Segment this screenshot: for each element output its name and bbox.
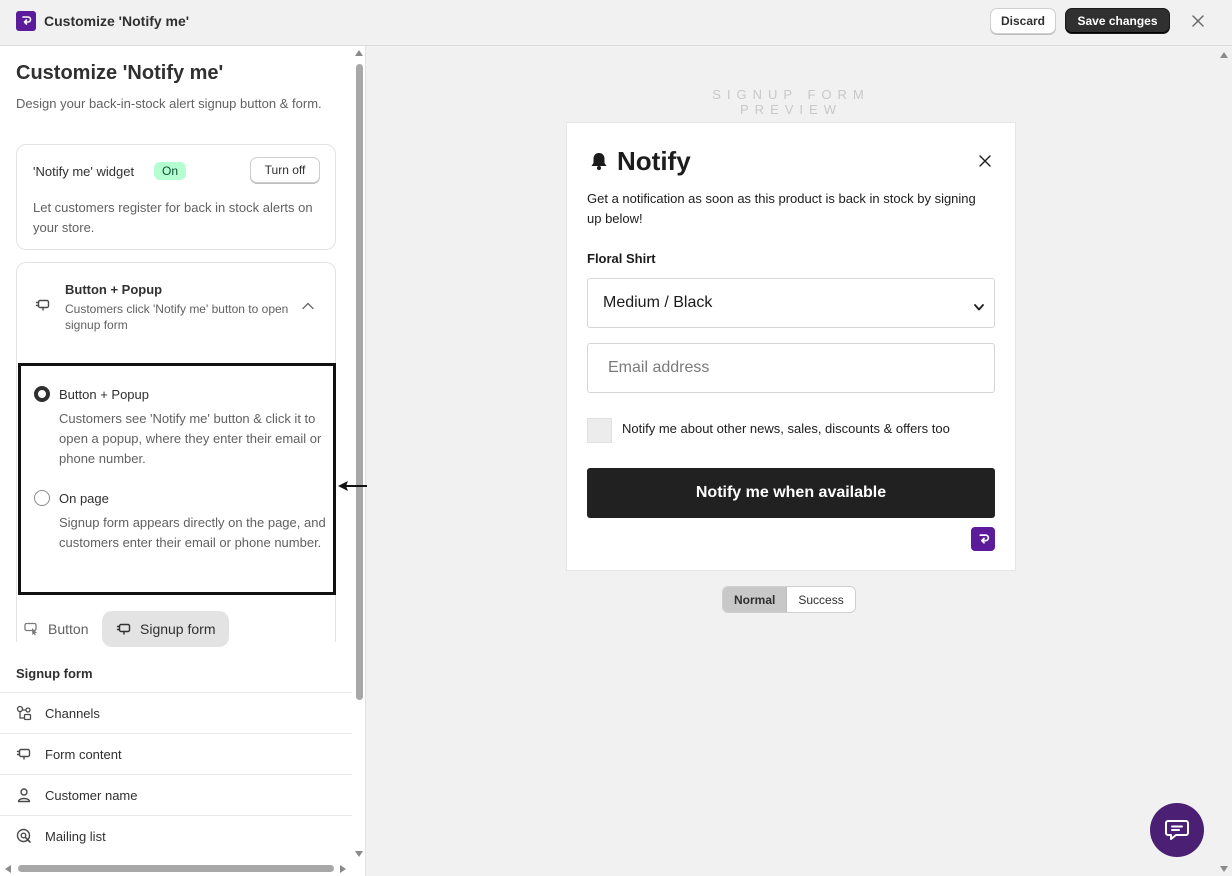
menu-item-mailing-list[interactable]: Mailing list bbox=[0, 815, 352, 856]
option-title-on-page[interactable]: On page bbox=[59, 491, 109, 506]
form-content-icon bbox=[16, 747, 34, 761]
close-icon[interactable] bbox=[1188, 11, 1208, 31]
page-subtitle: Design your back-in-stock alert signup b… bbox=[16, 96, 322, 111]
menu-item-form-content[interactable]: Form content bbox=[0, 733, 352, 774]
display-mode-options: Button + Popup Customers see 'Notify me'… bbox=[18, 363, 336, 595]
page-title: Customize 'Notify me' bbox=[16, 62, 224, 84]
popup-description: Get a notification as soon as this produ… bbox=[587, 191, 976, 226]
scroll-up-arrow-icon[interactable] bbox=[355, 50, 363, 56]
widget-card: 'Notify me' widget On Turn off Let custo… bbox=[16, 144, 336, 250]
popup-form-icon bbox=[116, 622, 132, 636]
section-label: Signup form bbox=[16, 666, 93, 681]
radio-button-popup[interactable] bbox=[34, 386, 50, 402]
menu-item-label: Channels bbox=[45, 705, 100, 721]
display-mode-header[interactable]: Button + Popup Customers click 'Notify m… bbox=[17, 263, 335, 353]
popup-title: Notify bbox=[617, 146, 691, 176]
state-normal-button[interactable]: Normal bbox=[723, 587, 788, 612]
scroll-down-arrow-icon[interactable] bbox=[355, 851, 363, 857]
chat-icon bbox=[1165, 820, 1189, 840]
widget-description: Let customers register for back in stock… bbox=[33, 200, 313, 235]
chevron-down-icon bbox=[974, 298, 984, 316]
notify-me-button[interactable]: Notify me when available bbox=[587, 468, 995, 518]
signup-popup: Notify Get a notification as soon as thi… bbox=[566, 122, 1016, 571]
channels-icon bbox=[16, 705, 34, 721]
menu-item-customer-name[interactable]: Customer name bbox=[0, 774, 352, 815]
option-description-on-page: Signup form appears directly on the page… bbox=[59, 515, 326, 550]
save-changes-button[interactable]: Save changes bbox=[1065, 8, 1170, 34]
variant-select[interactable]: Medium / Black bbox=[587, 278, 995, 328]
status-badge: On bbox=[154, 162, 187, 180]
turn-off-button[interactable]: Turn off bbox=[250, 157, 320, 183]
scrollbar-thumb[interactable] bbox=[18, 865, 334, 872]
optin-label[interactable]: Notify me about other news, sales, disco… bbox=[622, 421, 950, 436]
window-title: Customize 'Notify me' bbox=[44, 13, 190, 29]
display-mode-subtitle: Customers click 'Notify me' button to op… bbox=[65, 302, 289, 332]
display-mode-title: Button + Popup bbox=[65, 282, 163, 297]
state-success-button[interactable]: Success bbox=[787, 587, 855, 612]
menu-item-label: Customer name bbox=[45, 787, 138, 803]
preview-vertical-scrollbar[interactable] bbox=[1215, 46, 1232, 876]
chat-button[interactable] bbox=[1150, 803, 1204, 857]
tab-signup-form-label: Signup form bbox=[140, 621, 216, 637]
preview-state-toggle: Normal Success bbox=[722, 586, 856, 613]
tab-button[interactable]: Button bbox=[16, 611, 100, 647]
scroll-right-arrow-icon[interactable] bbox=[340, 865, 346, 873]
scroll-left-arrow-icon[interactable] bbox=[5, 865, 11, 873]
left-vertical-scrollbar[interactable] bbox=[352, 46, 365, 860]
product-name: Floral Shirt bbox=[587, 251, 656, 266]
top-bar: Customize 'Notify me' Discard Save chang… bbox=[0, 0, 1232, 46]
optin-checkbox[interactable] bbox=[587, 418, 612, 443]
preview-area: SIGNUP FORM PREVIEW Notify Get a notific… bbox=[367, 46, 1215, 876]
menu-item-label: Form content bbox=[45, 746, 122, 762]
popup-button-icon bbox=[35, 298, 51, 315]
person-icon bbox=[16, 787, 34, 803]
scrollbar-thumb[interactable] bbox=[356, 64, 363, 700]
scroll-up-arrow-icon[interactable] bbox=[1220, 52, 1228, 58]
left-horizontal-scrollbar[interactable] bbox=[0, 861, 352, 876]
mailing-list-icon bbox=[16, 828, 34, 844]
option-title-button-popup[interactable]: Button + Popup bbox=[59, 387, 149, 402]
variant-select-value: Medium / Black bbox=[603, 294, 713, 311]
widget-label: 'Notify me' widget bbox=[33, 164, 135, 179]
email-field[interactable] bbox=[587, 343, 995, 393]
discard-button[interactable]: Discard bbox=[990, 8, 1056, 34]
tab-signup-form[interactable]: Signup form bbox=[102, 611, 229, 647]
close-icon[interactable] bbox=[979, 155, 991, 170]
cursor-click-icon bbox=[24, 622, 40, 636]
brand-logo-icon[interactable] bbox=[971, 527, 995, 551]
scroll-down-arrow-icon[interactable] bbox=[1220, 866, 1228, 872]
bell-icon bbox=[589, 151, 609, 174]
preview-label: SIGNUP FORM PREVIEW bbox=[712, 87, 870, 117]
radio-on-page[interactable] bbox=[34, 490, 50, 506]
menu-item-label: Mailing list bbox=[45, 828, 106, 844]
chevron-up-icon bbox=[302, 298, 314, 313]
menu-item-channels[interactable]: Channels bbox=[0, 692, 352, 733]
settings-panel: Customize 'Notify me' Design your back-i… bbox=[0, 46, 366, 876]
option-description-button-popup: Customers see 'Notify me' button & click… bbox=[59, 411, 322, 466]
tab-button-label: Button bbox=[48, 621, 89, 637]
app-logo-icon bbox=[16, 11, 36, 31]
